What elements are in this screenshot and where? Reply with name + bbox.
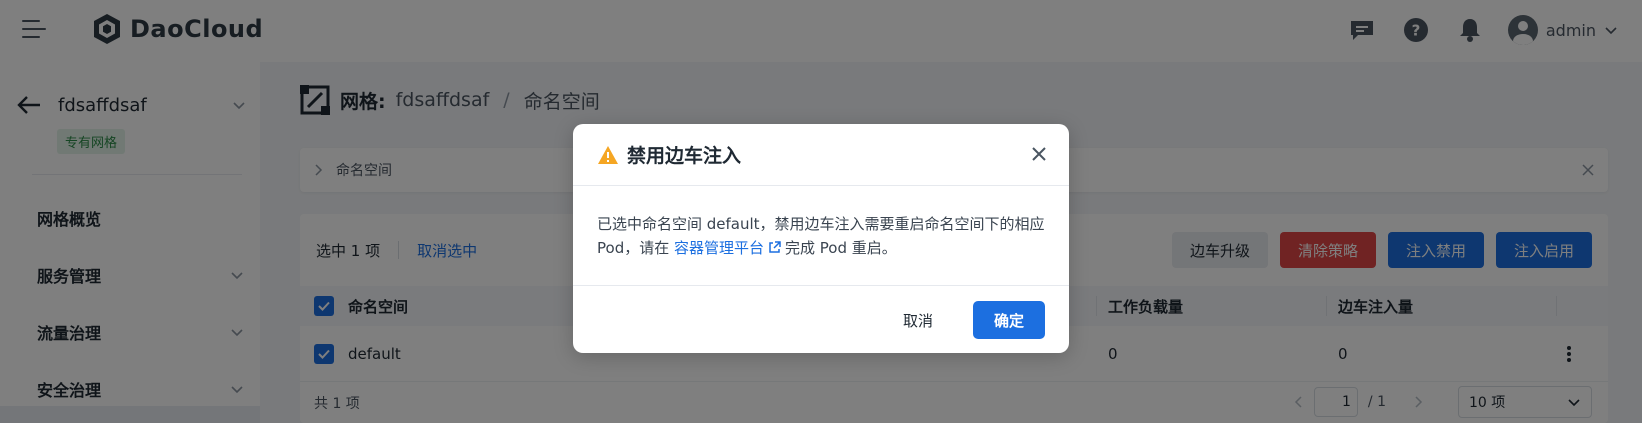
confirm-button[interactable]: 确定	[973, 301, 1045, 339]
dialog-title: 禁用边车注入	[627, 145, 742, 167]
disable-sidecar-injection-dialog: 禁用边车注入 已选中命名空间 default，禁用边车注入需要重启命名空间下的相…	[573, 124, 1069, 353]
container-management-link[interactable]: 容器管理平台	[674, 239, 764, 257]
dialog-footer: 取消 确定	[573, 285, 1069, 353]
dialog-header: 禁用边车注入	[573, 124, 1069, 186]
external-link-icon[interactable]	[768, 241, 781, 254]
cancel-button[interactable]: 取消	[887, 302, 949, 338]
dialog-body: 已选中命名空间 default，禁用边车注入需要重启命名空间下的相应 Pod，请…	[597, 212, 1047, 260]
warning-icon	[598, 145, 618, 164]
close-icon[interactable]	[1031, 146, 1047, 162]
dialog-message-end: 完成 Pod 重启。	[785, 239, 897, 257]
